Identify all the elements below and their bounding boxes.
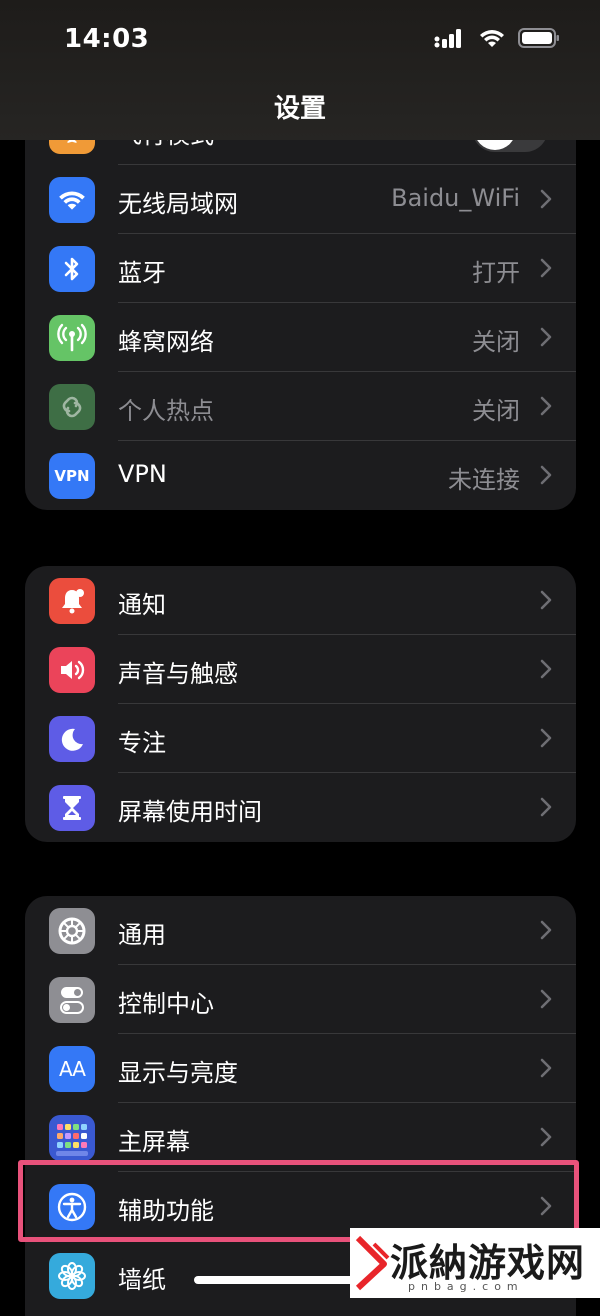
settings-row-bluetooth[interactable]: 蓝牙 打开 xyxy=(25,234,576,303)
text-size-icon-text: AA xyxy=(59,1057,86,1081)
watermark: 派納游戏网 pnbag.com xyxy=(350,1228,600,1298)
settings-row-label: 墙纸 xyxy=(118,1266,166,1294)
hourglass-icon xyxy=(49,785,95,831)
settings-row-label: 声音与触感 xyxy=(118,660,238,688)
bluetooth-icon xyxy=(49,246,95,292)
watermark-subtext: pnbag.com xyxy=(408,1280,524,1293)
flower-icon xyxy=(49,1253,95,1299)
page-title: 设置 xyxy=(273,94,326,124)
settings-row-wifi[interactable]: 无线局域网 Baidu_WiFi xyxy=(25,165,576,234)
settings-row-value: 关闭 xyxy=(472,397,520,425)
settings-row-personal-hotspot[interactable]: 个人热点 关闭 xyxy=(25,372,576,441)
toggles-icon xyxy=(49,977,95,1023)
chevron-right-icon xyxy=(540,327,552,347)
vpn-icon-text: VPN xyxy=(54,467,90,485)
settings-row-label: 蓝牙 xyxy=(118,259,166,287)
settings-row-label: 个人热点 xyxy=(118,397,214,425)
settings-row-sounds-haptics[interactable]: 声音与触感 xyxy=(25,635,576,704)
hotspot-link-icon xyxy=(49,384,95,430)
status-time: 14:03 xyxy=(64,24,150,54)
text-size-icon: AA xyxy=(49,1046,95,1092)
settings-row-display-brightness[interactable]: AA 显示与亮度 xyxy=(25,1034,576,1103)
settings-row-label: 显示与亮度 xyxy=(118,1059,238,1087)
settings-row-value: 关闭 xyxy=(472,328,520,356)
status-icons xyxy=(434,28,560,48)
cellular-antenna-icon xyxy=(49,315,95,361)
settings-group-notifications: 通知 声音与触感 专注 屏幕使用时间 xyxy=(25,566,576,842)
wifi-status-icon xyxy=(480,30,504,47)
settings-row-label: 主屏幕 xyxy=(118,1128,190,1156)
watermark-text: 派納游戏网 xyxy=(390,1241,586,1285)
settings-row-label: 屏幕使用时间 xyxy=(118,798,262,826)
settings-row-general[interactable]: 通用 xyxy=(25,896,576,965)
moon-icon xyxy=(49,716,95,762)
chevron-right-icon xyxy=(540,1058,552,1078)
settings-row-label: VPN xyxy=(118,460,167,488)
chevron-right-icon xyxy=(540,189,552,209)
settings-row-notifications[interactable]: 通知 xyxy=(25,566,576,635)
chevron-right-icon xyxy=(540,396,552,416)
settings-row-focus[interactable]: 专注 xyxy=(25,704,576,773)
chevron-right-icon xyxy=(540,258,552,278)
gear-icon xyxy=(49,908,95,954)
wifi-icon xyxy=(49,177,95,223)
home-screen-grid-icon xyxy=(49,1115,95,1161)
notification-bell-icon xyxy=(49,578,95,624)
chevron-right-icon xyxy=(540,465,552,485)
chevron-right-icon xyxy=(540,659,552,679)
settings-row-label: 无线局域网 xyxy=(118,190,238,218)
settings-row-cellular[interactable]: 蜂窝网络 关闭 xyxy=(25,303,576,372)
settings-row-label: 控制中心 xyxy=(118,990,214,1018)
chevron-right-icon xyxy=(540,920,552,940)
chevron-right-icon xyxy=(540,590,552,610)
cellular-signal-icon xyxy=(434,29,461,48)
speaker-icon xyxy=(49,647,95,693)
settings-row-screen-time[interactable]: 屏幕使用时间 xyxy=(25,773,576,842)
status-bar: 14:03 xyxy=(0,0,600,80)
chevron-right-icon xyxy=(540,728,552,748)
chevron-right-icon xyxy=(540,797,552,817)
settings-row-value: 未连接 xyxy=(448,466,520,494)
settings-row-value: 打开 xyxy=(472,259,520,287)
chevron-right-icon xyxy=(540,1127,552,1147)
battery-icon xyxy=(518,28,559,48)
settings-row-label: 通知 xyxy=(118,591,166,619)
settings-row-value: Baidu_WiFi xyxy=(391,184,520,212)
settings-row-vpn[interactable]: VPN VPN 未连接 xyxy=(25,441,576,510)
settings-row-label: 专注 xyxy=(118,729,166,757)
settings-row-label: 蜂窝网络 xyxy=(118,328,214,356)
settings-group-connectivity: 飞行模式 无线局域网 Baidu_WiFi 蓝牙 打开 蜂窝网络 关闭 个人热点… xyxy=(25,96,576,510)
watermark-logo xyxy=(355,1235,390,1291)
vpn-icon: VPN xyxy=(49,453,95,499)
chevron-right-icon xyxy=(540,989,552,1009)
settings-row-label: 通用 xyxy=(118,921,166,949)
settings-row-control-center[interactable]: 控制中心 xyxy=(25,965,576,1034)
